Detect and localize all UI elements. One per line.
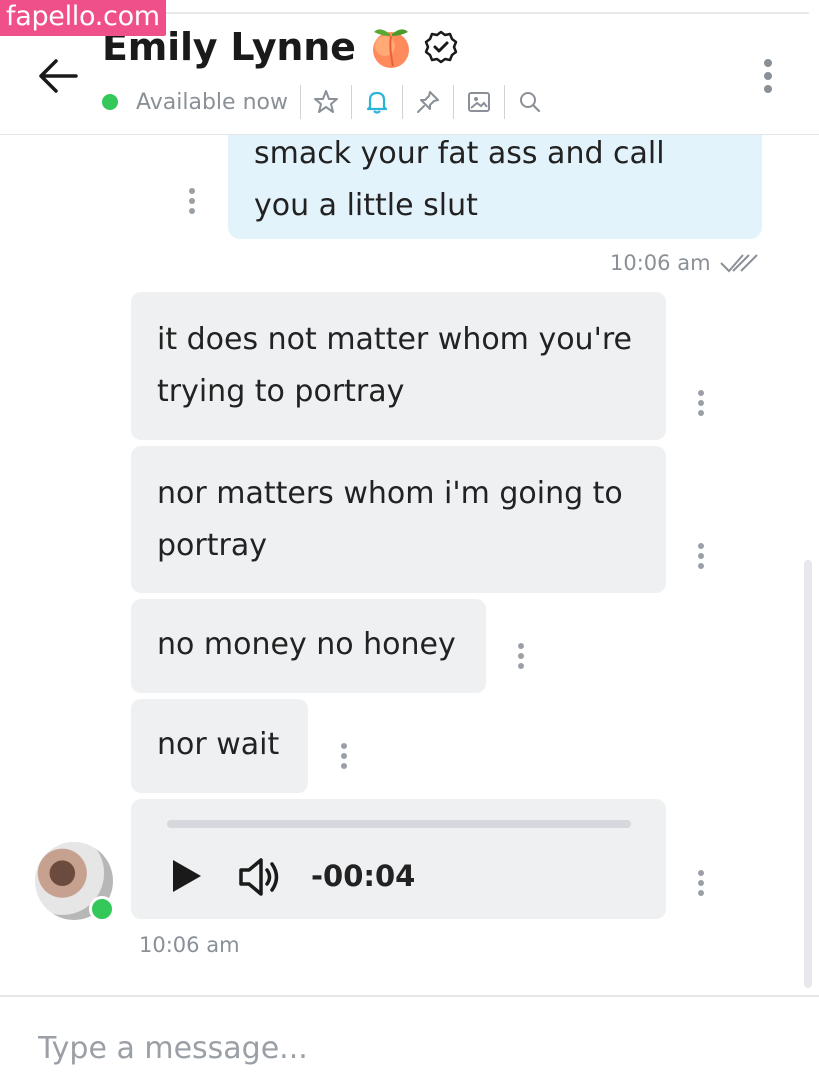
- message-options-icon[interactable]: [513, 643, 529, 673]
- message-line: no money no honey: [157, 627, 456, 662]
- incoming-message-bubble: no money no honey: [131, 599, 486, 693]
- outgoing-message-line: you a little slut: [254, 188, 478, 223]
- peach-emoji-icon: [372, 29, 409, 68]
- incoming-message-bubble: nor matters whom i'm going to portray: [131, 446, 666, 593]
- divider: [350, 85, 352, 119]
- message-line: it does not matter whom you're: [157, 322, 632, 357]
- divider: [299, 85, 301, 119]
- message-line: nor wait: [157, 727, 280, 762]
- volume-icon[interactable]: [237, 855, 285, 899]
- message-options-icon[interactable]: [336, 743, 352, 773]
- verified-badge-icon: [424, 30, 457, 64]
- outgoing-timestamp: 10:06 am: [610, 251, 759, 275]
- audio-progress-track[interactable]: [167, 820, 631, 828]
- message-line: nor matters whom i'm going to: [157, 476, 623, 511]
- pin-icon[interactable]: [415, 89, 441, 115]
- message-composer: [0, 997, 819, 1080]
- incoming-message-bubble: it does not matter whom you're trying to…: [131, 292, 666, 440]
- back-arrow-icon[interactable]: [36, 54, 80, 98]
- outgoing-time-text: 10:06 am: [610, 251, 711, 275]
- scrollbar[interactable]: [804, 560, 812, 988]
- bell-icon[interactable]: [364, 89, 390, 115]
- divider: [452, 85, 454, 119]
- incoming-message-bubble: nor wait: [131, 699, 308, 793]
- divider: [401, 85, 403, 119]
- message-line: trying to portray: [157, 374, 405, 409]
- message-options-icon[interactable]: [184, 188, 200, 218]
- play-icon[interactable]: [169, 857, 205, 895]
- status-text: Available now: [136, 89, 288, 115]
- divider: [503, 85, 505, 119]
- star-icon[interactable]: [313, 89, 339, 115]
- audio-message: -00:04: [131, 799, 666, 919]
- header-top-line: [160, 12, 809, 14]
- outgoing-message-partial-line: smack your fat ass and call: [254, 136, 665, 171]
- read-receipt-icon: [719, 254, 758, 273]
- message-line: portray: [157, 528, 267, 563]
- incoming-timestamp: 10:06 am: [139, 933, 240, 957]
- message-options-icon[interactable]: [693, 870, 709, 900]
- image-icon[interactable]: [466, 89, 492, 115]
- message-options-icon[interactable]: [693, 543, 709, 573]
- more-options-icon[interactable]: [756, 56, 780, 96]
- search-icon[interactable]: [517, 89, 543, 115]
- status-row: Available now: [102, 84, 543, 120]
- message-options-icon[interactable]: [693, 390, 709, 420]
- message-input[interactable]: [36, 1025, 780, 1071]
- audio-remaining-time: -00:04: [311, 859, 416, 893]
- watermark: fapello.com: [0, 0, 166, 36]
- online-status-dot: [89, 896, 115, 922]
- online-status-dot: [102, 94, 118, 110]
